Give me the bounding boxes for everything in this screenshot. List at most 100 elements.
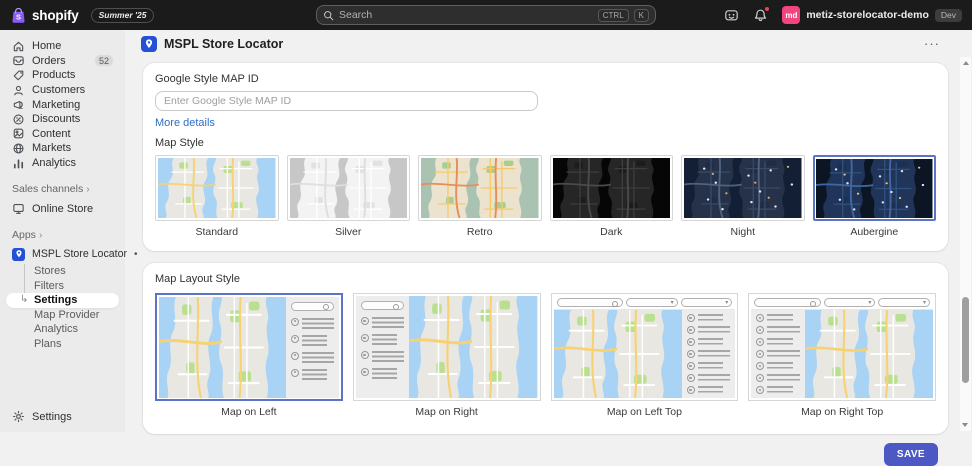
app-subitem-plans[interactable]: Plans <box>6 337 119 352</box>
scrollbar-thumb[interactable] <box>962 297 969 383</box>
dropdown-pill <box>824 298 876 307</box>
page-title: MSPL Store Locator <box>164 37 283 51</box>
layout-map-preview <box>805 310 933 398</box>
map-style-label: Map Style <box>155 137 936 149</box>
sidebar-item-content[interactable]: Content <box>6 127 119 142</box>
layout-map-preview <box>159 297 287 398</box>
scroll-down-arrow[interactable] <box>962 423 968 427</box>
layout-option-map-on-right[interactable]: Map on Right <box>353 293 541 418</box>
overflow-menu-button[interactable]: ··· <box>924 39 940 49</box>
shortcut-ctrl-key: CTRL <box>598 9 629 22</box>
layout-map-preview <box>554 310 682 398</box>
scroll-up-arrow[interactable] <box>963 61 969 65</box>
account-menu[interactable]: md metiz-storelocator-demo Dev <box>782 6 962 24</box>
dropdown-pill <box>878 298 930 307</box>
sidebar-item-customers[interactable]: Customers <box>6 83 119 98</box>
shopify-wordmark: shopify <box>32 8 79 23</box>
map-style-option-silver[interactable]: Silver <box>287 155 411 238</box>
layout-option-map-on-left[interactable]: Map on Left <box>155 293 343 418</box>
svg-text:S: S <box>16 12 21 21</box>
sidebar-item-marketing[interactable]: Marketing <box>6 97 119 112</box>
map-style-option-dark[interactable]: Dark <box>550 155 674 238</box>
sidebar-app-mspl-store-locator[interactable]: MSPL Store Locator <box>6 247 119 262</box>
markets-icon <box>12 142 25 155</box>
dropdown-pill <box>626 298 678 307</box>
discounts-icon <box>12 113 25 126</box>
page-header: MSPL Store Locator ··· <box>125 30 972 57</box>
search-pill <box>754 298 821 307</box>
sidebar-item-products[interactable]: Products <box>6 68 119 83</box>
env-badge: Dev <box>935 9 962 22</box>
sidebar-item-analytics[interactable]: Analytics <box>6 156 119 171</box>
chevron-right-icon <box>86 183 89 195</box>
layout-thumb <box>551 293 739 401</box>
sidebar-item-discounts[interactable]: Discounts <box>6 112 119 127</box>
apps-header[interactable]: Apps <box>6 229 119 241</box>
sidebar-item-home[interactable]: Home <box>6 39 119 54</box>
layout-option-map-on-left-top[interactable]: Map on Left Top <box>551 293 739 418</box>
mspl-app-icon <box>141 36 157 52</box>
app-subitem-map-provider[interactable]: Map Provider <box>6 308 119 323</box>
layout-list-panel <box>682 310 735 398</box>
map-style-option-aubergine[interactable]: Aubergine <box>813 155 937 238</box>
store-avatar: md <box>782 6 800 24</box>
search-pill <box>557 298 624 307</box>
retro-map-preview <box>421 158 539 218</box>
map-id-input[interactable] <box>155 91 538 111</box>
search-placeholder: Search <box>339 9 593 21</box>
app-subitem-settings[interactable]: Settings <box>6 293 119 308</box>
edition-badge[interactable]: Summer '25 <box>91 8 155 23</box>
layout-list-panel <box>751 310 804 398</box>
search-pill <box>291 302 334 311</box>
sidebar-item-online-store[interactable]: Online Store <box>6 201 119 216</box>
shortcut-k-key: K <box>634 9 649 22</box>
map-style-option-retro[interactable]: Retro <box>418 155 542 238</box>
map-style-card: Google Style MAP ID More details Map Sty… <box>143 63 948 251</box>
products-icon <box>12 69 25 82</box>
home-icon <box>12 40 25 53</box>
search-icon <box>323 10 334 21</box>
analytics-icon <box>12 157 25 170</box>
mspl-app-icon <box>12 248 25 261</box>
sidebar-item-orders[interactable]: Orders 52 <box>6 54 119 69</box>
layout-list-panel <box>286 297 339 398</box>
layout-list-panel <box>356 296 409 398</box>
layout-option-map-on-right-top[interactable]: Map on Right Top <box>748 293 936 418</box>
main-content: MSPL Store Locator ··· Google Style MAP … <box>125 30 972 432</box>
app-subitem-filters[interactable]: Filters <box>6 279 119 294</box>
sidebar: Home Orders 52 Products Customers Market… <box>0 30 125 432</box>
global-search-input[interactable]: Search CTRL K <box>316 5 656 25</box>
sidebar-item-settings[interactable]: Settings <box>6 409 119 424</box>
topbar: S shopify Summer '25 Search CTRL K md me… <box>0 0 972 30</box>
shopify-bag-icon: S <box>10 7 27 24</box>
layout-thumb <box>353 293 541 401</box>
shopify-logo[interactable]: S shopify Summer '25 <box>10 7 154 24</box>
vertical-scrollbar[interactable] <box>960 57 971 431</box>
aubergine-map-preview <box>816 159 933 218</box>
map-layout-card: Map Layout Style Map on Left <box>143 263 948 434</box>
map-style-option-night[interactable]: Night <box>681 155 805 238</box>
notifications-button[interactable] <box>753 8 768 23</box>
app-subitem-analytics[interactable]: Analytics <box>6 322 119 337</box>
sidebar-item-markets[interactable]: Markets <box>6 141 119 156</box>
chevron-right-icon <box>39 229 42 241</box>
save-button[interactable]: SAVE <box>884 443 938 466</box>
app-subitem-stores[interactable]: Stores <box>6 264 119 279</box>
more-details-link[interactable]: More details <box>155 117 215 129</box>
search-pill <box>361 301 404 310</box>
dark-map-preview <box>553 158 671 218</box>
map-id-label: Google Style MAP ID <box>155 73 936 85</box>
sidekick-assistant-icon[interactable] <box>724 8 739 23</box>
notification-dot <box>764 6 770 12</box>
map-style-option-standard[interactable]: Standard <box>155 155 279 238</box>
night-map-preview <box>684 158 802 218</box>
selected-map-style <box>813 155 937 221</box>
customers-icon <box>12 84 25 97</box>
layout-topbar <box>554 296 736 310</box>
store-name: metiz-storelocator-demo <box>806 9 929 21</box>
standard-map-preview <box>158 158 276 218</box>
layout-thumb <box>748 293 936 401</box>
sales-channels-header[interactable]: Sales channels <box>6 183 119 195</box>
map-layout-label: Map Layout Style <box>155 273 936 285</box>
online-store-icon <box>12 202 25 215</box>
